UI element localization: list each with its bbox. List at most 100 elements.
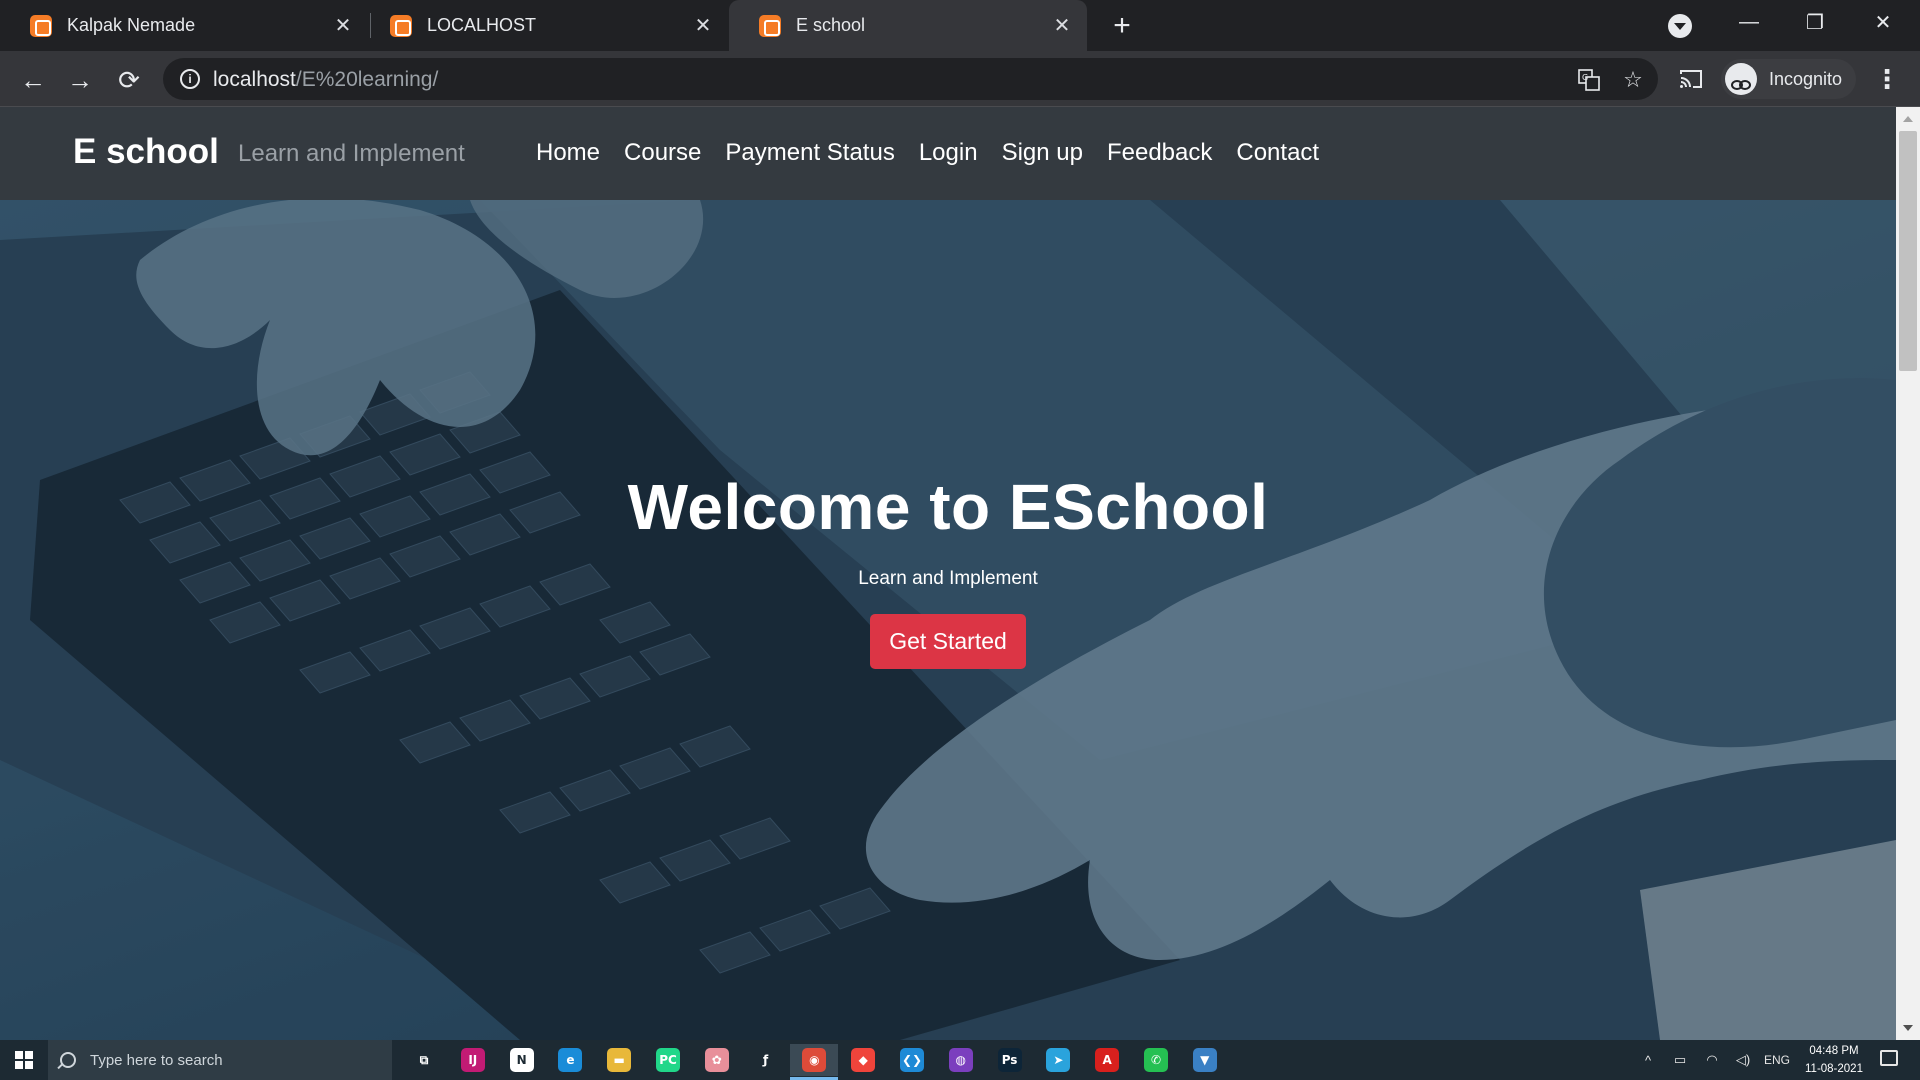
windows-taskbar: Type here to search ⧉ IJ Ne ▬ PC ✿ ƒ ◉ ◆ ❮❯ ◍ Ps ➤ A ✆… [0, 1040, 1920, 1080]
anydesk-icon: ◆ [851, 1048, 876, 1072]
taskbar-app-vscode[interactable]: ❮❯ [888, 1044, 936, 1076]
fl-studio-icon: ƒ [762, 1053, 769, 1067]
hero-title: Welcome to ESchool [627, 471, 1269, 543]
wifi-icon[interactable]: ◠ [1700, 1040, 1724, 1080]
page-viewport: E school Learn and Implement Home Course… [0, 107, 1896, 1040]
taskbar-app-whatsapp[interactable]: ✆ [1132, 1044, 1180, 1076]
incognito-icon [1725, 63, 1757, 95]
site-brand[interactable]: E school [73, 132, 219, 172]
intellij-icon: IJ [460, 1048, 485, 1072]
forward-button[interactable]: → [63, 63, 97, 97]
tab-search-icon[interactable] [1668, 14, 1692, 38]
photoshop-icon: Ps [997, 1048, 1022, 1072]
get-started-button[interactable]: Get Started [870, 614, 1026, 669]
language-indicator[interactable]: ENG [1760, 1040, 1794, 1080]
taskbar-app-github-desktop[interactable]: ◍ [937, 1044, 985, 1076]
tab-kalpak-nemade[interactable]: Kalpak Nemade ✕ [0, 0, 368, 51]
taskbar-app-photoshop[interactable]: Ps [986, 1044, 1034, 1076]
tab-title: Kalpak Nemade [67, 15, 196, 35]
volume-icon[interactable]: ◁) [1730, 1040, 1756, 1080]
edge-icon: e [558, 1048, 583, 1072]
taskbar-app-intellij[interactable]: IJ [449, 1044, 497, 1076]
tab-title: E school [796, 15, 866, 35]
taskbar-clock[interactable]: 04:48 PM 11-08-2021 [1796, 1042, 1872, 1078]
bookmark-star-icon[interactable]: ☆ [1620, 67, 1646, 93]
nav-link-sign-up[interactable]: Sign up [1002, 139, 1083, 167]
new-tab-button[interactable]: + [1106, 9, 1138, 42]
pycharm-icon: PC [656, 1048, 680, 1072]
restore-button[interactable]: ❐ [1782, 0, 1848, 45]
close-window-button[interactable]: ✕ [1850, 0, 1916, 45]
page-scrollbar[interactable] [1896, 107, 1920, 1040]
github-desktop-icon: ◍ [948, 1048, 973, 1072]
close-tab-icon[interactable]: ✕ [1049, 13, 1075, 39]
nav-link-home[interactable]: Home [536, 139, 600, 167]
taskbar-app-chrome[interactable]: ◉ [790, 1044, 839, 1080]
nav-link-payment-status[interactable]: Payment Status [725, 139, 894, 167]
browser-toolbar: ← → ⟳ i localhost/E%20learning/ G ☆ Inco… [0, 51, 1920, 107]
tab-localhost[interactable]: LOCALHOST ✕ [360, 0, 728, 51]
taskbar-app-telegram[interactable]: ➤ [1034, 1044, 1082, 1076]
notion-icon: N [509, 1048, 534, 1072]
taskbar-app-brain-app[interactable]: ✿ [693, 1044, 741, 1076]
battery-icon[interactable]: ▭ [1668, 1040, 1692, 1080]
close-tab-icon[interactable]: ✕ [690, 13, 716, 39]
taskbar-app-edge[interactable]: e [546, 1044, 594, 1076]
nav-link-feedback[interactable]: Feedback [1107, 139, 1212, 167]
taskbar-search-box[interactable]: Type here to search [48, 1040, 392, 1080]
close-tab-icon[interactable]: ✕ [330, 13, 356, 39]
tab-title: LOCALHOST [427, 15, 537, 35]
whatsapp-icon: ✆ [1144, 1048, 1168, 1072]
cast-icon[interactable] [1677, 66, 1705, 92]
taskbar-app-notion[interactable]: N [498, 1044, 546, 1076]
clock-date: 11-08-2021 [1805, 1063, 1863, 1075]
url-host: localhost [213, 68, 296, 91]
chrome-icon: ◉ [802, 1048, 827, 1072]
url-text[interactable]: localhost/E%20learning/ [213, 68, 438, 92]
scroll-down-arrow-icon[interactable] [1903, 1025, 1913, 1031]
back-button[interactable]: ← [16, 63, 50, 97]
taskbar-app-snipping[interactable]: ▼ [1181, 1044, 1229, 1076]
browser-tab-strip: Kalpak Nemade ✕ LOCALHOST ✕ E school ✕ +… [0, 0, 1920, 51]
info-icon[interactable]: i [180, 69, 200, 89]
vscode-icon: ❮❯ [900, 1048, 924, 1072]
start-button[interactable] [0, 1040, 48, 1080]
taskbar-app-file-explorer[interactable]: ▬ [595, 1044, 643, 1076]
notification-center-icon[interactable] [1880, 1050, 1898, 1066]
taskbar-app-pycharm[interactable]: PC [644, 1044, 692, 1076]
taskbar-app-acrobat[interactable]: A [1083, 1044, 1131, 1076]
taskbar-app-task-view[interactable]: ⧉ [400, 1044, 448, 1076]
translate-icon[interactable]: G [1576, 67, 1602, 93]
taskbar-search-placeholder: Type here to search [90, 1051, 223, 1069]
tray-chevron-icon[interactable]: ^ [1636, 1040, 1660, 1080]
xampp-favicon-icon [390, 14, 412, 37]
scroll-up-arrow-icon[interactable] [1903, 116, 1913, 122]
telegram-icon: ➤ [1046, 1048, 1071, 1072]
file-explorer-icon: ▬ [607, 1048, 632, 1072]
address-bar[interactable]: i localhost/E%20learning/ G ☆ [163, 58, 1658, 100]
kebab-menu-icon[interactable]: ⋮ [1874, 63, 1900, 95]
site-tagline: Learn and Implement [238, 140, 465, 167]
incognito-profile-button[interactable]: Incognito [1721, 59, 1857, 99]
nav-link-course[interactable]: Course [624, 139, 701, 167]
brain-app-icon: ✿ [704, 1048, 729, 1072]
taskbar-app-fl-studio[interactable]: ƒ [742, 1044, 790, 1076]
reload-button[interactable]: ⟳ [112, 63, 146, 97]
hero-section: Welcome to ESchool Learn and Implement G… [0, 200, 1896, 1040]
svg-text:G: G [1582, 73, 1588, 82]
nav-link-contact[interactable]: Contact [1236, 139, 1319, 167]
tab-e-school[interactable]: E school ✕ [729, 0, 1087, 51]
windows-logo-icon [15, 1051, 33, 1069]
minimize-button[interactable]: — [1716, 0, 1782, 45]
clock-time: 04:48 PM [1809, 1045, 1859, 1057]
taskbar-app-anydesk[interactable]: ◆ [839, 1044, 887, 1076]
snipping-icon: ▼ [1192, 1048, 1217, 1072]
xampp-favicon-icon [30, 14, 52, 37]
site-nav-links: Home Course Payment Status Login Sign up… [536, 139, 1319, 167]
xampp-favicon-icon [759, 14, 781, 37]
hero-subtitle: Learn and Implement [858, 568, 1038, 589]
scroll-thumb[interactable] [1899, 131, 1917, 371]
nav-link-login[interactable]: Login [919, 139, 978, 167]
url-path: /E%20learning/ [295, 68, 439, 91]
profile-label: Incognito [1769, 68, 1843, 89]
